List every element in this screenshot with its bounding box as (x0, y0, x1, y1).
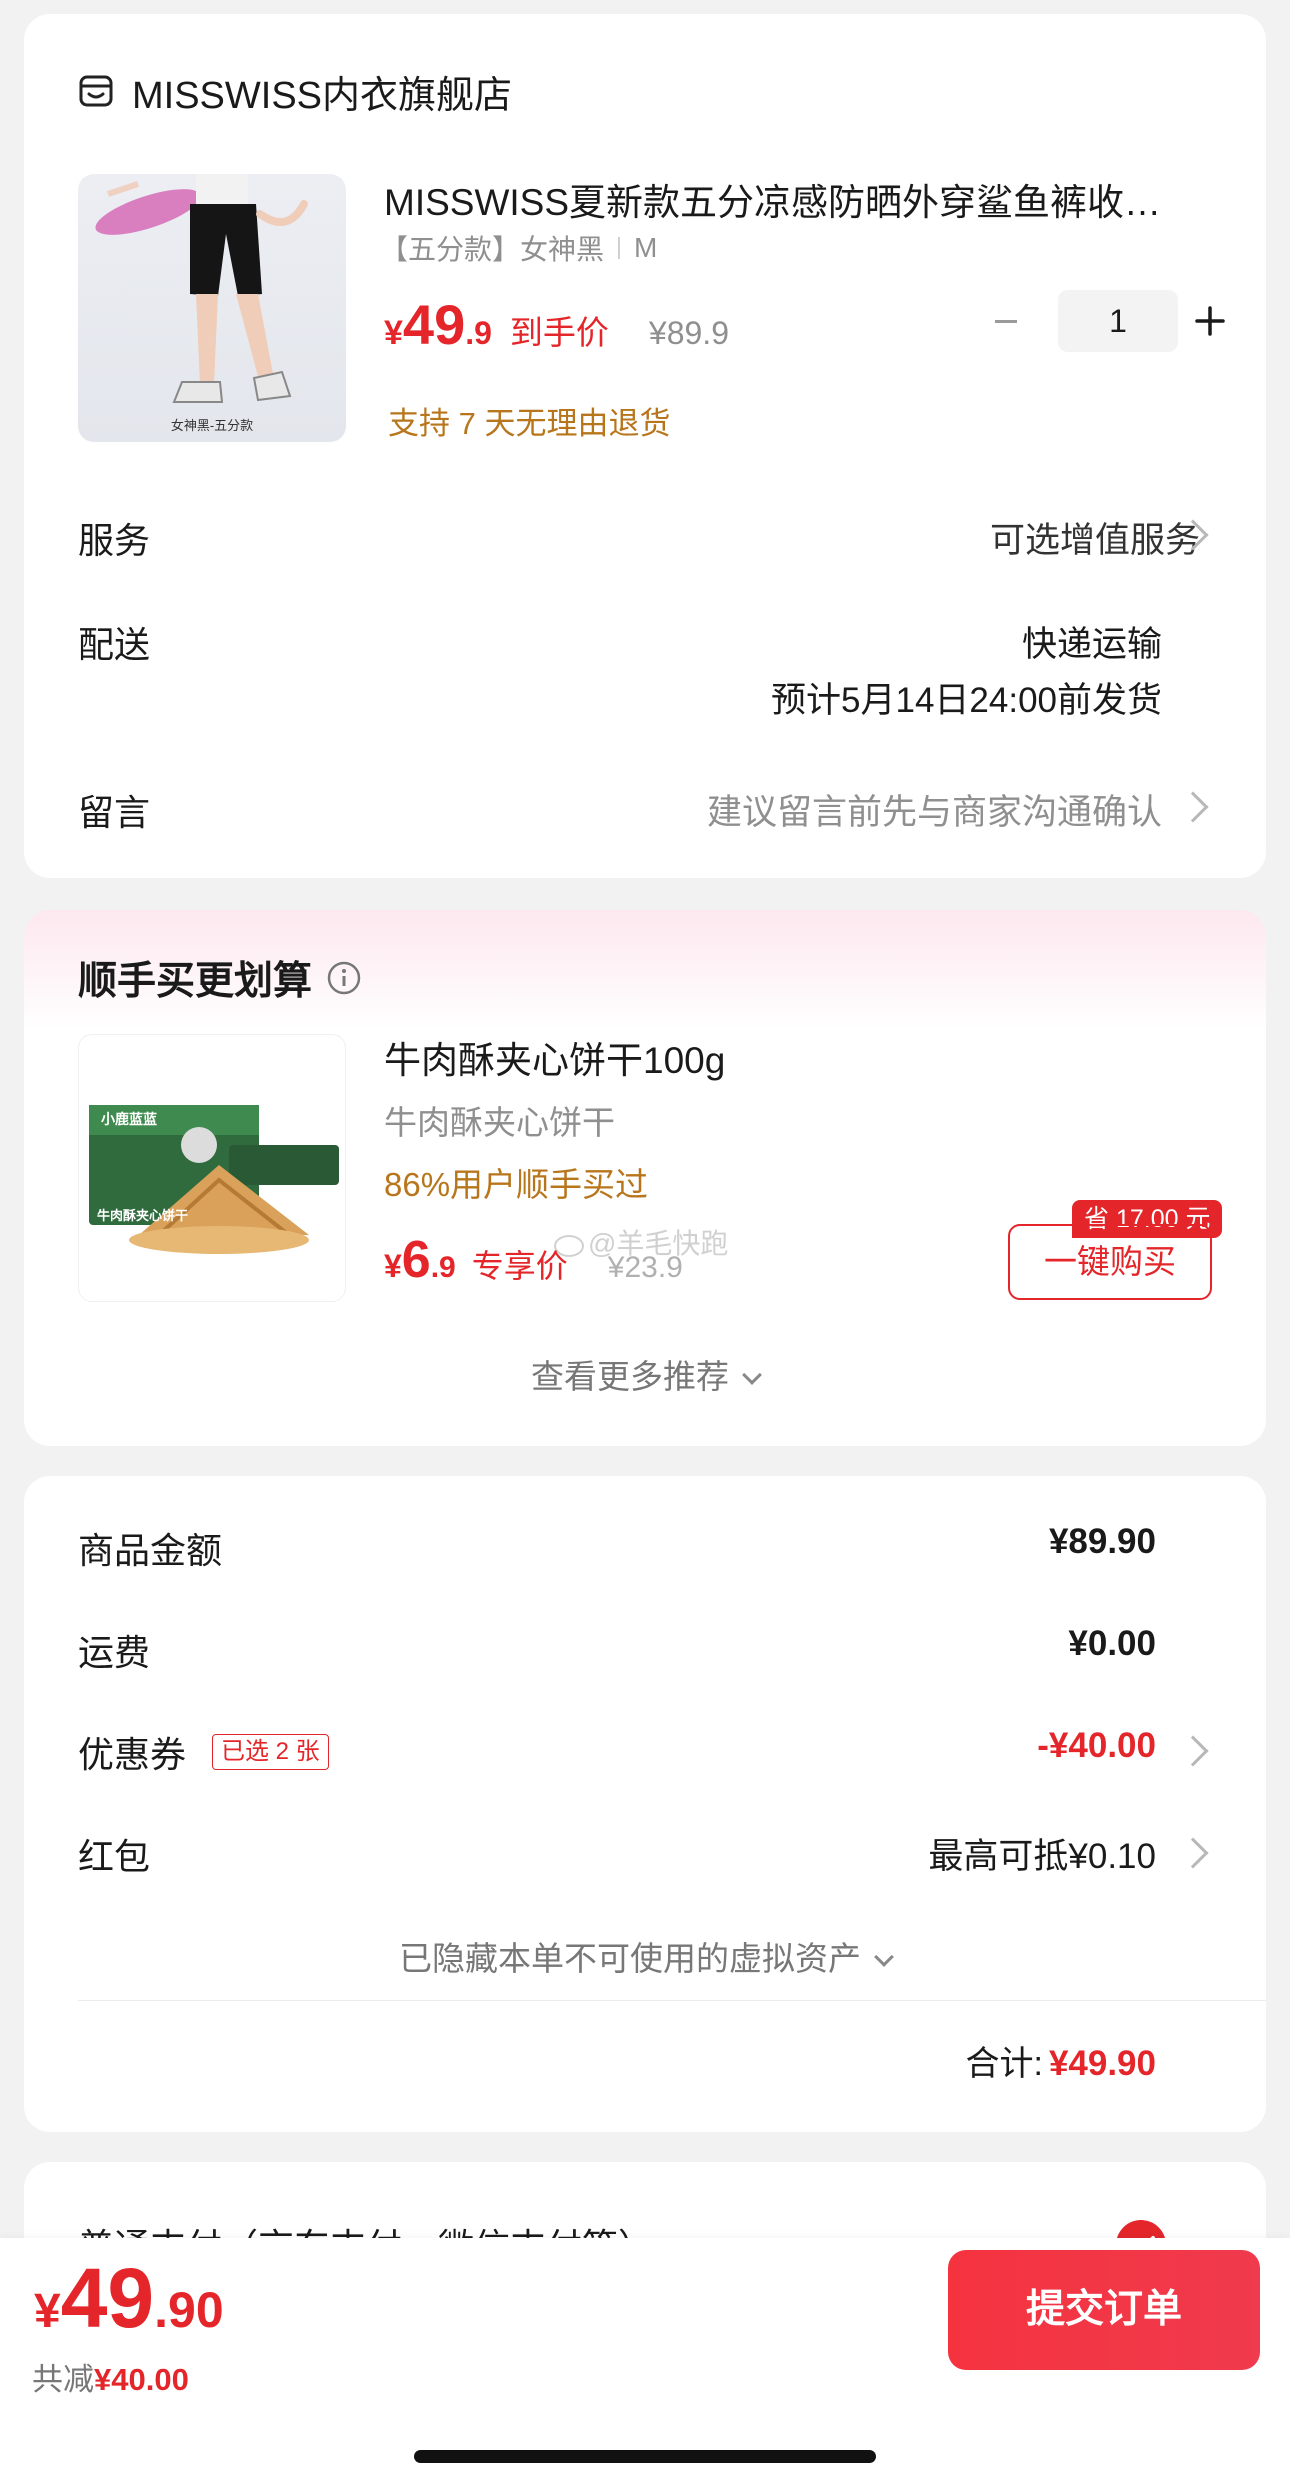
bottom-action-bar: ¥ 49 .90 共减 ¥40.00 提交订单 (0, 2238, 1290, 2484)
hidden-assets-toggle[interactable]: 已隐藏本单不可使用的虚拟资产 (24, 1932, 1266, 1980)
product-price: ¥ 49 .9 到手价 ¥89.9 (384, 292, 729, 357)
submit-order-button[interactable]: 提交订单 (948, 2250, 1260, 2370)
price-integer: 49 (402, 293, 466, 356)
goods-amount-label: 商品金额 (78, 1530, 223, 1571)
shop-name: MISSWISS内衣旗舰店 (132, 74, 513, 117)
service-row[interactable]: 服务 可选增值服务 (24, 500, 1266, 570)
red-packet-chevron-icon (1177, 1837, 1209, 1869)
coupon-label: 优惠券 (78, 1734, 187, 1775)
coupon-tag: 已选 2 张 (212, 1734, 329, 1770)
coupon-chevron-icon (1177, 1735, 1209, 1767)
price-symbol: ¥ (384, 314, 403, 352)
goods-amount-value: ¥89.90 (1048, 1522, 1156, 1561)
hidden-assets-label: 已隐藏本单不可使用的虚拟资产 (399, 1940, 861, 1977)
addon-title: 顺手买更划算 (78, 960, 313, 1003)
price-summary-card: 商品金额 ¥89.90 运费 ¥0.00 优惠券 已选 2 张 -¥40.00 … (24, 1476, 1266, 2132)
red-packet-label: 红包 (78, 1836, 151, 1877)
product-image-caption: 女神黑-五分款 (170, 418, 254, 433)
addon-card: 顺手买更划算 小鹿蓝蓝 牛肉酥夹心饼干 牛肉酥夹心饼干100g 牛肉酥夹心饼干 … (24, 910, 1266, 1446)
quantity-field[interactable]: 1 (1058, 290, 1178, 352)
chevron-down-icon (874, 1947, 894, 1967)
plus-icon (1195, 306, 1225, 336)
shop-header[interactable]: MISSWISS内衣旗舰店 (78, 66, 513, 117)
addon-header: 顺手买更划算 (78, 950, 362, 1006)
shop-icon (78, 73, 114, 109)
delivery-label: 配送 (78, 624, 151, 665)
home-indicator (414, 2450, 876, 2463)
quantity-stepper: 1 (982, 290, 1232, 352)
addon-price-integer: 6 (401, 1231, 431, 1289)
price-decimal: .9 (465, 315, 492, 351)
decrease-button[interactable] (982, 290, 1030, 352)
addon-image[interactable]: 小鹿蓝蓝 牛肉酥夹心饼干 (78, 1034, 346, 1302)
addon-price-decimal: .9 (430, 1251, 456, 1284)
addon-price-symbol: ¥ (384, 1248, 402, 1284)
discount-value: ¥40.00 (94, 2362, 189, 2397)
watermark-text: @羊毛快跑 (588, 1228, 729, 1259)
watermark: @羊毛快跑 (554, 1222, 728, 1262)
bottom-price-integer: 49 (60, 2251, 155, 2345)
total-value: ¥49.90 (1048, 2044, 1156, 2083)
delivery-method: 快递运输 (1021, 625, 1162, 664)
shipping-value: ¥0.00 (1068, 1624, 1156, 1663)
addon-subtitle: 牛肉酥夹心饼干 (384, 1104, 615, 1141)
spec-divider (618, 237, 621, 259)
return-policy: 支持 7 天无理由退货 (388, 406, 671, 441)
one-click-buy-button[interactable]: 一键购买 (1008, 1224, 1212, 1300)
weibo-icon (554, 1234, 584, 1257)
delivery-eta: 预计5月14日24:00前发货 (771, 681, 1162, 720)
coupon-value: -¥40.00 (1037, 1726, 1156, 1765)
minus-icon (995, 319, 1017, 323)
addon-popularity: 86%用户顺手买过 (384, 1166, 649, 1203)
message-row[interactable]: 留言 建议留言前先与商家沟通确认 (24, 772, 1266, 842)
red-packet-value: 最高可抵¥0.10 (928, 1837, 1156, 1876)
coupon-row[interactable]: 优惠券 已选 2 张 -¥40.00 (24, 1726, 1266, 1786)
increase-button[interactable] (1188, 290, 1232, 352)
chevron-down-icon (742, 1365, 762, 1385)
addon-box-text-1: 小鹿蓝蓝 (101, 1111, 157, 1127)
bottom-price: ¥ 49 .90 (34, 2256, 224, 2340)
see-more-recommendations[interactable]: 查看更多推荐 (24, 1350, 1266, 1398)
total-label: 合计: (965, 2045, 1043, 2083)
message-chevron-icon (1177, 791, 1209, 823)
spec-tag: 【五分款】女神黑 (380, 234, 605, 265)
spec-size: M (634, 232, 658, 263)
total-row: 合计: ¥49.90 (965, 2036, 1156, 2085)
addon-box-text-2: 牛肉酥夹心饼干 (97, 1208, 189, 1223)
see-more-label: 查看更多推荐 (531, 1358, 729, 1395)
bottom-discount: 共减 ¥40.00 (32, 2354, 189, 2399)
order-item-card: MISSWISS内衣旗舰店 女神黑-五分款 MISSWISS夏新款五分凉感防晒外… (24, 14, 1266, 878)
message-label: 留言 (78, 792, 151, 833)
service-label: 服务 (78, 520, 151, 561)
summary-divider (78, 2000, 1266, 2001)
shipping-row: 运费 ¥0.00 (24, 1624, 1266, 1684)
bottom-price-decimal: .90 (154, 2282, 224, 2338)
service-value: 可选增值服务 (989, 521, 1200, 560)
product-spec[interactable]: 【五分款】女神黑 M (380, 228, 657, 268)
red-packet-row[interactable]: 红包 最高可抵¥0.10 (24, 1828, 1266, 1888)
bottom-price-symbol: ¥ (34, 2285, 61, 2338)
original-price: ¥89.9 (648, 315, 729, 351)
addon-name[interactable]: 牛肉酥夹心饼干100g (384, 1030, 725, 1084)
discount-label: 共减 (32, 2362, 94, 2397)
delivery-row: 配送 快递运输 预计5月14日24:00前发货 (24, 604, 1266, 724)
shipping-label: 运费 (78, 1632, 151, 1673)
price-label: 到手价 (509, 314, 609, 351)
product-title[interactable]: MISSWISS夏新款五分凉感防晒外穿鲨鱼裤收… (384, 172, 1224, 226)
goods-amount-row: 商品金额 ¥89.90 (24, 1522, 1266, 1582)
info-icon[interactable] (326, 960, 362, 996)
addon-illustration (89, 1105, 339, 1254)
product-image[interactable]: 女神黑-五分款 (78, 174, 346, 442)
product-illustration (95, 174, 308, 403)
message-placeholder: 建议留言前先与商家沟通确认 (706, 793, 1162, 832)
